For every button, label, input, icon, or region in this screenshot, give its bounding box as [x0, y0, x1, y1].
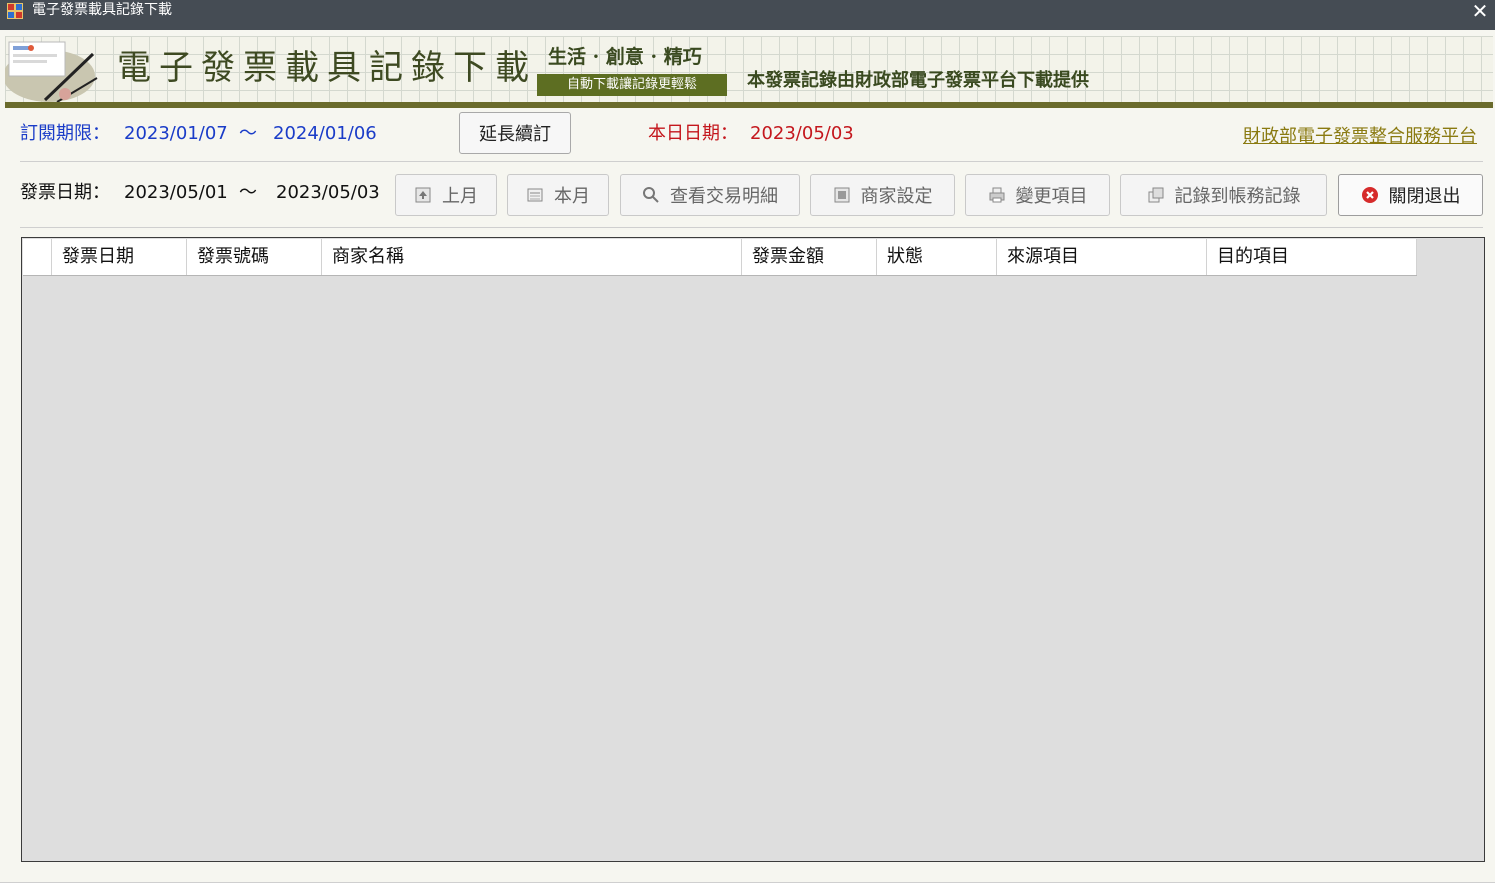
extend-subscription-button[interactable]: 延長續訂 — [459, 112, 571, 154]
column-header-merchant-name[interactable]: 商家名稱 — [322, 239, 742, 275]
record-to-accounts-label: 記錄到帳務記錄 — [1174, 186, 1301, 207]
row-selector-header[interactable] — [23, 239, 52, 275]
app-icon — [7, 3, 23, 19]
invoice-date-separator: ～ — [239, 182, 257, 203]
prev-month-button[interactable]: 上月 — [395, 174, 497, 216]
close-exit-button[interactable]: 關閉退出 — [1338, 174, 1483, 216]
merchant-settings-button[interactable]: 商家設定 — [810, 174, 955, 216]
column-header-invoice-date[interactable]: 發票日期 — [52, 239, 187, 275]
banner-title: 電子發票載具記錄下載 — [117, 48, 537, 88]
merchant-settings-label: 商家設定 — [860, 186, 933, 207]
window-title: 電子發票載具記錄下載 — [32, 2, 172, 18]
invoice-date-start: 2023/05/01 — [124, 182, 228, 203]
record-to-accounts-button[interactable]: 記錄到帳務記錄 — [1120, 174, 1327, 216]
printer-icon — [989, 187, 1004, 203]
banner-badge: 自動下載讓記錄更輕鬆 — [537, 74, 727, 96]
this-month-label: 本月 — [554, 186, 590, 207]
invoice-date-end: 2023/05/03 — [276, 182, 380, 203]
einvoice-platform-link[interactable]: 財政部電子發票整合服務平台 — [1243, 122, 1477, 148]
banner-note: 本發票記錄由財政部電子發票平台下載提供 — [747, 70, 1089, 91]
subscription-range-separator: ～ — [239, 123, 257, 144]
copy-records-icon — [1148, 187, 1163, 203]
change-items-button[interactable]: 變更項目 — [965, 174, 1110, 216]
invoice-date-label: 發票日期： — [20, 182, 110, 203]
banner-illustration-icon — [5, 41, 98, 102]
filter-toolbar-row: 發票日期： 2023/05/01 ～ 2023/05/03 上月 本月 查看交易… — [0, 172, 1495, 218]
subscription-end-date: 2024/01/06 — [273, 123, 377, 144]
column-header-target-item[interactable]: 目的項目 — [1207, 239, 1417, 275]
today-label: 本日日期： — [648, 123, 738, 144]
merchant-settings-icon — [834, 187, 849, 203]
window-titlebar: 電子發票載具記錄下載 ✕ — [0, 0, 1495, 30]
window-close-button[interactable]: ✕ — [1469, 0, 1491, 22]
view-transaction-details-label: 查看交易明細 — [670, 186, 778, 207]
column-header-invoice-number[interactable]: 發票號碼 — [187, 239, 322, 275]
header-banner: 電子發票載具記錄下載 生活 · 創意 · 精巧 自動下載讓記錄更輕鬆 本發票記錄… — [5, 36, 1493, 108]
column-header-source-item[interactable]: 來源項目 — [997, 239, 1207, 275]
calendar-icon — [527, 188, 543, 202]
magnifier-icon — [643, 187, 659, 203]
today-date: 2023/05/03 — [750, 123, 854, 144]
subscription-start-date: 2023/01/07 — [124, 123, 228, 144]
grid-header-row: 發票日期 發票號碼 商家名稱 發票金額 狀態 來源項目 目的項目 — [23, 239, 1417, 276]
divider — [20, 161, 1483, 162]
close-circle-icon — [1361, 187, 1378, 203]
banner-slogan: 生活 · 創意 · 精巧 — [548, 46, 702, 68]
prev-month-label: 上月 — [442, 186, 478, 207]
column-header-status[interactable]: 狀態 — [877, 239, 997, 275]
divider — [20, 227, 1483, 228]
column-header-invoice-amount[interactable]: 發票金額 — [742, 239, 877, 275]
this-month-button[interactable]: 本月 — [507, 174, 609, 216]
change-items-label: 變更項目 — [1015, 186, 1088, 207]
subscription-label: 訂閱期限： — [20, 123, 110, 144]
subscription-row: 訂閱期限： 2023/01/07 ～ 2024/01/06 延長續訂 本日日期：… — [0, 110, 1495, 156]
view-transaction-details-button[interactable]: 查看交易明細 — [620, 174, 800, 216]
invoice-grid[interactable]: 發票日期 發票號碼 商家名稱 發票金額 狀態 來源項目 目的項目 — [21, 237, 1485, 862]
prev-month-icon — [415, 187, 431, 203]
close-exit-label: 關閉退出 — [1388, 186, 1461, 207]
